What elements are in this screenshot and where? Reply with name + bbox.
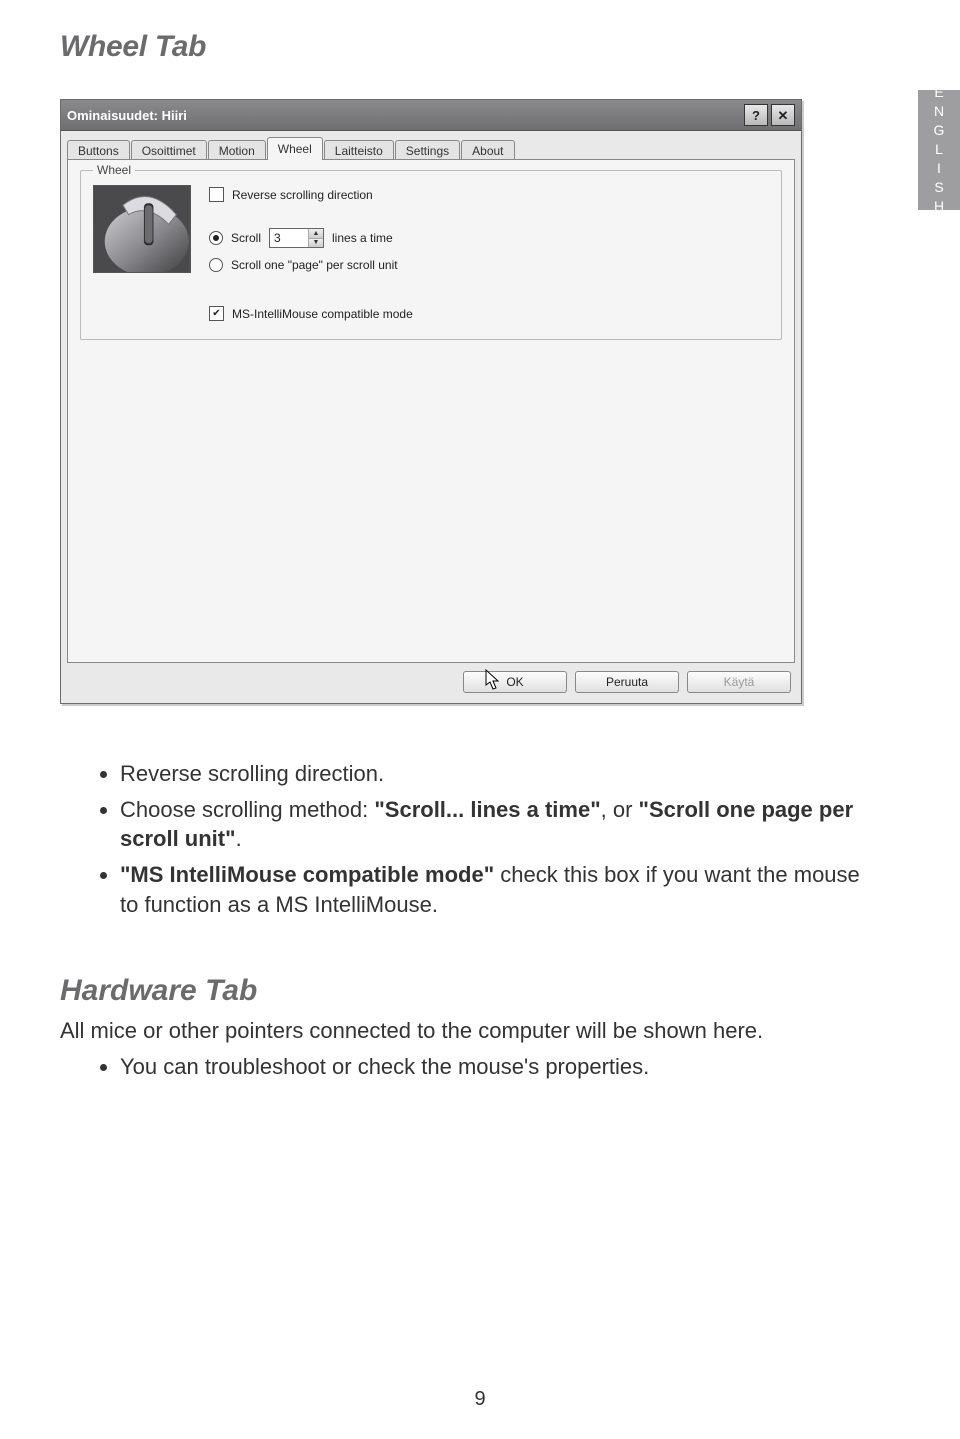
b3-pre: "MS IntelliMouse compatible mode" [120, 862, 494, 887]
dialog-body: Buttons Osoittimet Motion Wheel Laitteis… [61, 131, 801, 703]
opt-scroll-lines[interactable]: Scroll 3 ▲▼ lines a time [209, 228, 413, 248]
opt-reverse[interactable]: Reverse scrolling direction [209, 187, 413, 202]
wheel-image [93, 185, 191, 273]
tab-about[interactable]: About [461, 140, 514, 161]
tab-settings[interactable]: Settings [395, 140, 460, 161]
b2-pre: Choose scrolling method: [120, 797, 374, 822]
hardware-body-text: You can troubleshoot or check the mouse'… [60, 1052, 880, 1082]
dialog-title: Ominaisuudet: Hiiri [67, 108, 187, 123]
opt-scroll-post: lines a time [332, 231, 393, 245]
hardware-paragraph: All mice or other pointers connected to … [60, 1016, 880, 1046]
spinner-lines-value[interactable]: 3 [270, 229, 308, 247]
help-button[interactable]: ? [744, 104, 768, 126]
dialog-window: Ominaisuudet: Hiiri ? ✕ Buttons Osoittim… [60, 99, 802, 704]
bullet-reverse: Reverse scrolling direction. [120, 759, 880, 789]
dialog-buttons: OK Peruuta Käytä [67, 663, 795, 697]
language-tab: ENGLISH [918, 90, 960, 210]
b2-end: . [236, 826, 242, 851]
tab-strip: Buttons Osoittimet Motion Wheel Laitteis… [67, 137, 795, 160]
opt-intellimouse[interactable]: ✔ MS-IntelliMouse compatible mode [209, 306, 413, 321]
group-wheel-legend: Wheel [93, 163, 135, 177]
heading-hardware-tab: Hardware Tab [60, 974, 880, 1008]
radio-scroll-lines[interactable] [209, 231, 223, 245]
bullet-troubleshoot: You can troubleshoot or check the mouse'… [120, 1052, 880, 1082]
dialog-titlebar: Ominaisuudet: Hiiri ? ✕ [61, 100, 801, 131]
opt-scroll-pre: Scroll [231, 231, 261, 245]
ok-button[interactable]: OK [463, 671, 567, 693]
spinner-down-icon[interactable]: ▼ [309, 239, 323, 248]
apply-button[interactable]: Käytä [687, 671, 791, 693]
spinner-up-icon[interactable]: ▲ [309, 229, 323, 239]
tab-buttons[interactable]: Buttons [67, 140, 130, 161]
wheel-body-text: Reverse scrolling direction. Choose scro… [60, 759, 880, 919]
tab-page-wheel: Wheel [67, 159, 795, 663]
opt-scroll-page[interactable]: Scroll one "page" per scroll unit [209, 258, 413, 272]
opt-scroll-page-label: Scroll one "page" per scroll unit [231, 258, 398, 272]
close-button[interactable]: ✕ [771, 104, 795, 126]
radio-scroll-page[interactable] [209, 258, 223, 272]
bullet-intellimouse: "MS IntelliMouse compatible mode" check … [120, 860, 880, 919]
opt-reverse-label: Reverse scrolling direction [232, 188, 373, 202]
cancel-button[interactable]: Peruuta [575, 671, 679, 693]
heading-wheel-tab: Wheel Tab [60, 30, 880, 64]
tab-motion[interactable]: Motion [208, 140, 266, 161]
tab-wheel[interactable]: Wheel [267, 137, 323, 160]
tab-hardware[interactable]: Laitteisto [324, 140, 394, 161]
language-tab-label: ENGLISH [931, 84, 947, 217]
opt-intellimouse-label: MS-IntelliMouse compatible mode [232, 307, 413, 321]
checkbox-intellimouse[interactable]: ✔ [209, 306, 224, 321]
spinner-lines[interactable]: 3 ▲▼ [269, 228, 324, 248]
b2-q1: "Scroll... lines a time" [374, 797, 600, 822]
tab-pointers[interactable]: Osoittimet [131, 140, 207, 161]
b2-mid: , or [601, 797, 639, 822]
page-number: 9 [0, 1388, 960, 1411]
bullet-scroll-method: Choose scrolling method: "Scroll... line… [120, 795, 880, 854]
group-wheel: Wheel [80, 170, 782, 340]
checkbox-reverse[interactable] [209, 187, 224, 202]
